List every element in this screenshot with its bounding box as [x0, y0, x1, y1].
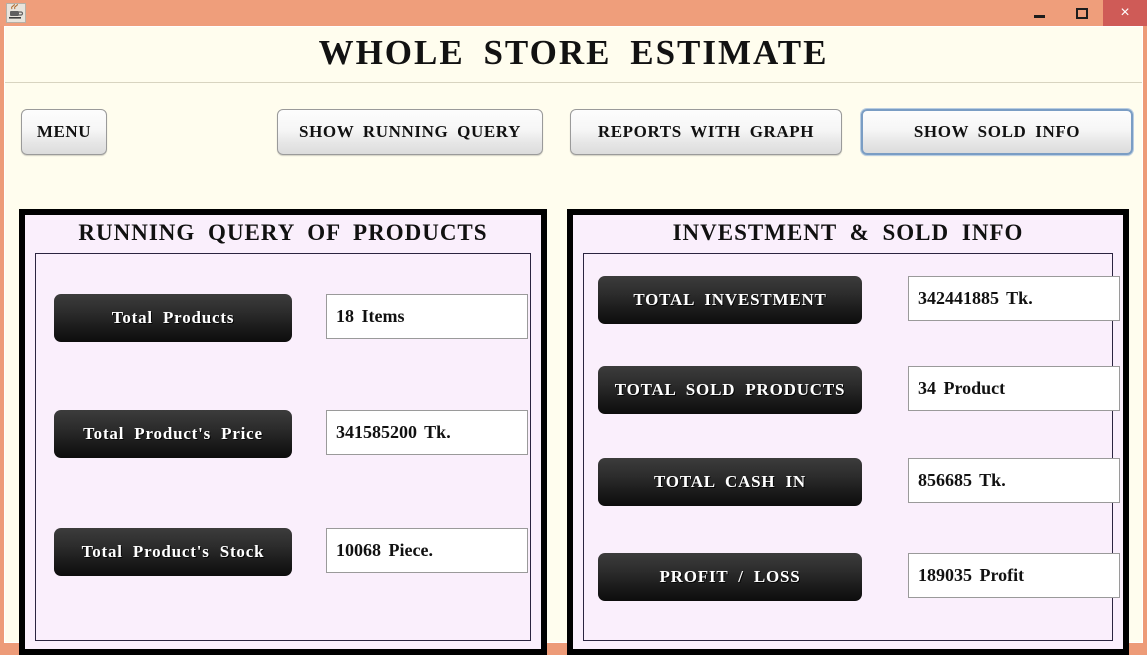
total-sold-products-button[interactable]: TOTAL SOLD PRODUCTS [598, 366, 862, 414]
minimize-icon [1033, 15, 1045, 18]
close-icon: × [1120, 4, 1130, 21]
total-cash-in-button[interactable]: TOTAL CASH IN [598, 458, 862, 506]
maximize-icon [1076, 7, 1088, 19]
show-sold-info-button[interactable]: SHOW SOLD INFO [861, 109, 1133, 155]
java-coffee-cup-icon [6, 3, 26, 23]
table-row: Total Product's Price 341585200 Tk. [36, 410, 530, 458]
profit-loss-value[interactable]: 189035 Profit [908, 553, 1120, 598]
total-products-price-value[interactable]: 341585200 Tk. [326, 410, 528, 455]
total-sold-products-value[interactable]: 34 Product [908, 366, 1120, 411]
total-investment-value[interactable]: 342441885 Tk. [908, 276, 1120, 321]
menu-button[interactable]: MENU [21, 109, 107, 155]
total-products-stock-value[interactable]: 10068 Piece. [326, 528, 528, 573]
table-row: PROFIT / LOSS 189035 Profit [584, 553, 1120, 601]
minimize-button[interactable] [1017, 0, 1061, 26]
title-bar: × [0, 0, 1147, 26]
page-title: WHOLE STORE ESTIMATE [318, 33, 829, 72]
table-row: TOTAL CASH IN 856685 Tk. [584, 458, 1120, 506]
header-divider [5, 82, 1142, 83]
investment-sold-info-panel: INVESTMENT & SOLD INFO TOTAL INVESTMENT … [567, 209, 1129, 655]
investment-sold-info-panel-title: INVESTMENT & SOLD INFO [672, 220, 1024, 245]
total-products-value[interactable]: 18 Items [326, 294, 528, 339]
total-products-price-button[interactable]: Total Product's Price [54, 410, 292, 458]
app-content: WHOLE STORE ESTIMATE MENU SHOW RUNNING Q… [4, 26, 1143, 655]
running-query-panel-body: Total Products 18 Items Total Product's … [35, 253, 531, 641]
total-products-button[interactable]: Total Products [54, 294, 292, 342]
total-products-stock-button[interactable]: Total Product's Stock [54, 528, 292, 576]
table-row: TOTAL INVESTMENT 342441885 Tk. [584, 276, 1120, 324]
running-query-panel: RUNNING QUERY OF PRODUCTS Total Products… [19, 209, 547, 655]
reports-with-graph-button[interactable]: REPORTS WITH GRAPH [570, 109, 842, 155]
total-cash-in-value[interactable]: 856685 Tk. [908, 458, 1120, 503]
close-button[interactable]: × [1103, 0, 1147, 26]
investment-sold-info-panel-body: TOTAL INVESTMENT 342441885 Tk. TOTAL SOL… [583, 253, 1120, 641]
table-row: Total Products 18 Items [36, 294, 530, 342]
show-running-query-button[interactable]: SHOW RUNNING QUERY [277, 109, 543, 155]
running-query-panel-title: RUNNING QUERY OF PRODUCTS [78, 220, 488, 245]
profit-loss-button[interactable]: PROFIT / LOSS [598, 553, 862, 601]
table-row: Total Product's Stock 10068 Piece. [36, 528, 530, 576]
toolbar: MENU SHOW RUNNING QUERY REPORTS WITH GRA… [5, 109, 1142, 159]
maximize-button[interactable] [1061, 0, 1103, 26]
application-window: × WHOLE STORE ESTIMATE MENU SHOW RUNNING… [0, 0, 1147, 655]
table-row: TOTAL SOLD PRODUCTS 34 Product [584, 366, 1120, 414]
total-investment-button[interactable]: TOTAL INVESTMENT [598, 276, 862, 324]
